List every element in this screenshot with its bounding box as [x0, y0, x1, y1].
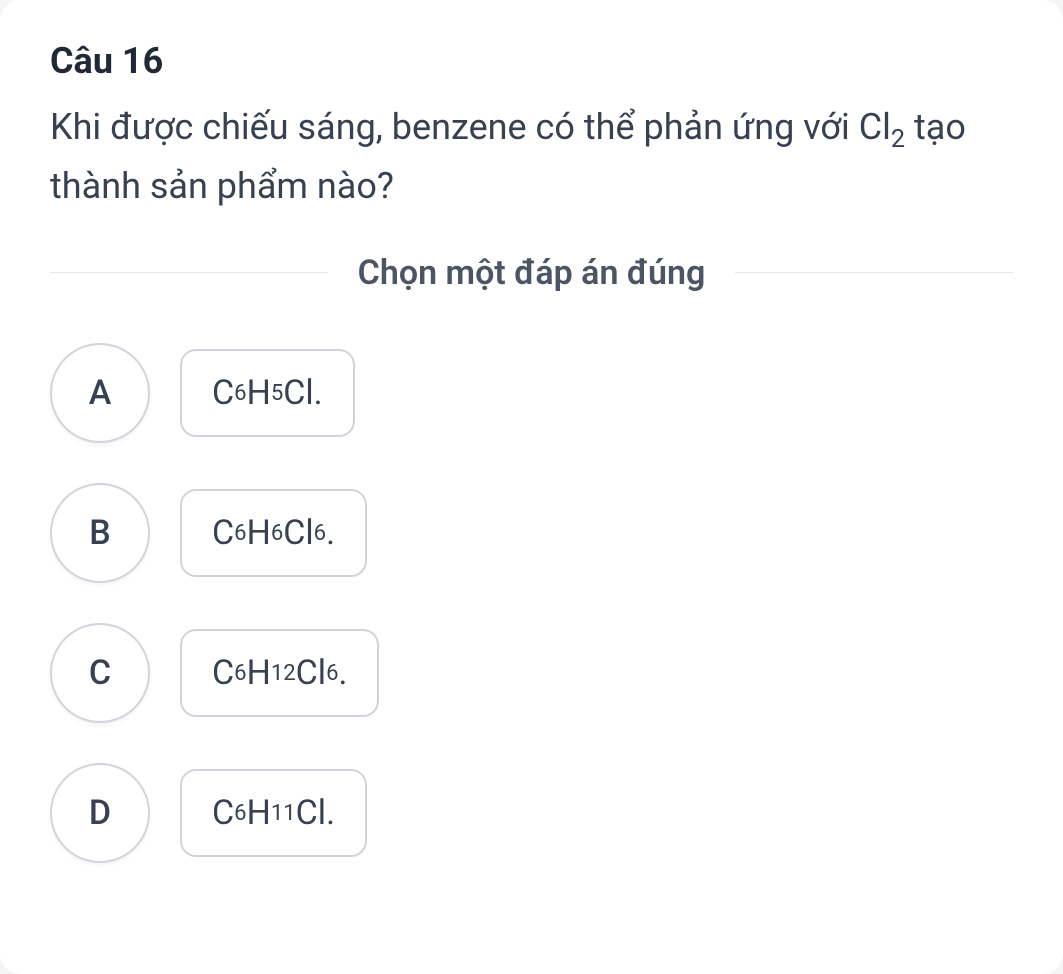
option-row-a: A C6H5Cl. [50, 343, 1013, 443]
option-row-b: B C6H6Cl6. [50, 483, 1013, 583]
option-answer-c[interactable]: C6H12Cl6. [180, 629, 379, 717]
option-letter-c[interactable]: C [50, 623, 150, 723]
option-row-c: C C6H12Cl6. [50, 623, 1013, 723]
instruction-divider: Chọn một đáp án đúng [50, 253, 1013, 293]
option-letter-b[interactable]: B [50, 483, 150, 583]
question-text-part1: Khi được chiếu sáng, benzene có thể phản… [50, 106, 891, 148]
divider-line-right [735, 272, 1013, 273]
question-text-sub1: 2 [891, 125, 905, 154]
question-number: Câu 16 [50, 40, 1013, 82]
options-list: A C6H5Cl. B C6H6Cl6. C C6H12Cl6. D C6H11Cl. [50, 343, 1013, 863]
option-answer-a[interactable]: C6H5Cl. [180, 349, 355, 437]
option-row-d: D C6H11Cl. [50, 763, 1013, 863]
option-answer-d[interactable]: C6H11Cl. [180, 769, 367, 857]
instruction-text: Chọn một đáp án đúng [328, 253, 736, 293]
option-letter-d[interactable]: D [50, 763, 150, 863]
divider-line-left [50, 272, 328, 273]
question-card: Câu 16 Khi được chiếu sáng, benzene có t… [0, 0, 1063, 974]
option-answer-b[interactable]: C6H6Cl6. [180, 489, 367, 577]
option-letter-a[interactable]: A [50, 343, 150, 443]
question-text: Khi được chiếu sáng, benzene có thể phản… [50, 100, 1013, 213]
